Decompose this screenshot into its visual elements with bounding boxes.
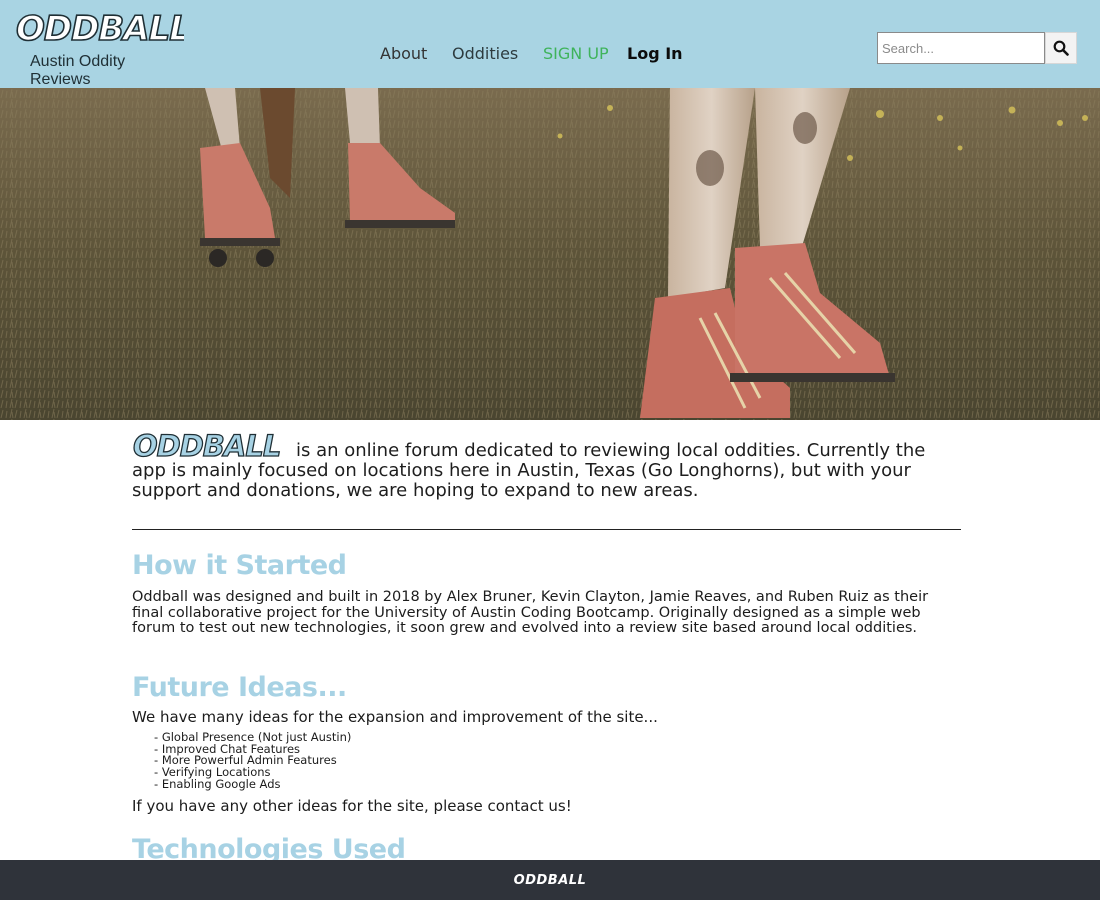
section-divider bbox=[132, 529, 961, 530]
roller-skates-photo bbox=[0, 88, 1100, 420]
list-item: Enabling Google Ads bbox=[154, 778, 351, 791]
nav-about-link[interactable]: About bbox=[380, 44, 427, 63]
footer-logo: ODDBALL bbox=[513, 872, 587, 888]
about-content: ODDBALL is an online forum dedicated to … bbox=[132, 430, 962, 865]
oddball-logo-icon: ODDBALL bbox=[15, 8, 184, 48]
search-button[interactable] bbox=[1045, 32, 1077, 64]
site-footer: ODDBALL bbox=[0, 860, 1100, 900]
oddball-inline-logo-icon: ODDBALL bbox=[132, 430, 282, 460]
contact-us-text: If you have any other ideas for the site… bbox=[132, 797, 572, 815]
nav-oddities-link[interactable]: Oddities bbox=[452, 44, 518, 63]
how-it-started-text: Oddball was designed and built in 2018 b… bbox=[132, 589, 929, 636]
future-ideas-intro: We have many ideas for the expansion and… bbox=[132, 708, 658, 726]
logo-tagline: Austin Oddity Reviews bbox=[30, 53, 126, 88]
future-ideas-list: Global Presence (Not just Austin) Improv… bbox=[154, 731, 352, 791]
search-icon bbox=[1053, 40, 1069, 56]
site-logo[interactable]: ODDBALL Austin Oddity Reviews bbox=[14, 8, 184, 88]
intro-paragraph: ODDBALL is an online forum dedicated to … bbox=[132, 430, 962, 501]
nav-signup-link[interactable]: SIGN UP bbox=[543, 44, 609, 63]
hero-image bbox=[0, 88, 1100, 420]
site-header: ODDBALL Austin Oddity Reviews About Oddi… bbox=[0, 0, 1100, 88]
heading-how-it-started: How it Started bbox=[132, 550, 347, 581]
search-input[interactable] bbox=[877, 32, 1045, 64]
nav-login-link[interactable]: Log In bbox=[627, 44, 683, 63]
svg-text:ODDBALL: ODDBALL bbox=[16, 9, 184, 48]
svg-text:ODDBALL: ODDBALL bbox=[133, 430, 280, 460]
heading-future-ideas: Future Ideas... bbox=[132, 672, 347, 703]
